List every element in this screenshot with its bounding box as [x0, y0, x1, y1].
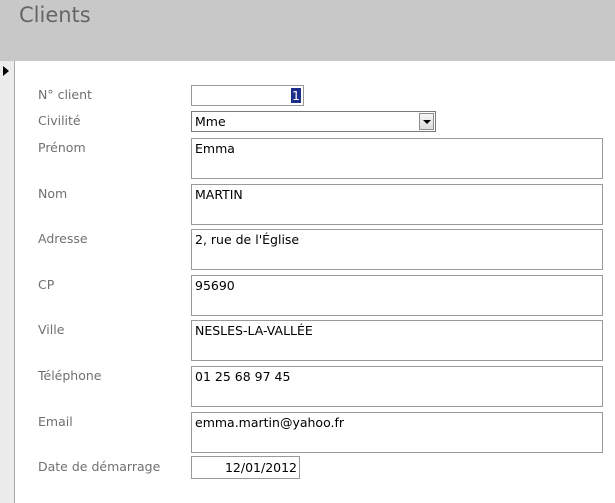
- first-name-field[interactable]: Emma: [191, 138, 603, 179]
- last-name-label: Nom: [38, 186, 68, 201]
- phone-field[interactable]: 01 25 68 97 45: [191, 366, 603, 407]
- record-selector-arrow-icon[interactable]: [3, 66, 9, 76]
- record-selector-bar[interactable]: [0, 61, 15, 503]
- address-field[interactable]: 2, rue de l'Église: [191, 229, 603, 270]
- phone-label: Téléphone: [38, 368, 102, 383]
- client-number-label: N° client: [38, 87, 92, 102]
- start-date-label: Date de démarrage: [38, 459, 161, 474]
- civility-label: Civilité: [38, 113, 81, 128]
- address-label: Adresse: [38, 231, 88, 246]
- form-header: Clients: [0, 0, 615, 61]
- civility-combobox[interactable]: Mme: [191, 111, 436, 132]
- client-number-field[interactable]: 1: [191, 85, 304, 106]
- last-name-field[interactable]: MARTIN: [191, 184, 603, 225]
- civility-value: Mme: [195, 114, 226, 129]
- postal-code-label: CP: [38, 277, 55, 292]
- form-title: Clients: [19, 3, 91, 27]
- start-date-field[interactable]: 12/01/2012: [191, 456, 300, 479]
- email-field[interactable]: emma.martin@yahoo.fr: [191, 412, 603, 453]
- postal-code-field[interactable]: 95690: [191, 275, 603, 316]
- chevron-down-icon[interactable]: [419, 113, 434, 130]
- client-number-value: 1: [291, 88, 301, 103]
- city-field[interactable]: NESLES-LA-VALLÉE: [191, 320, 603, 361]
- first-name-label: Prénom: [38, 140, 86, 155]
- city-label: Ville: [38, 322, 65, 337]
- email-label: Email: [38, 414, 73, 429]
